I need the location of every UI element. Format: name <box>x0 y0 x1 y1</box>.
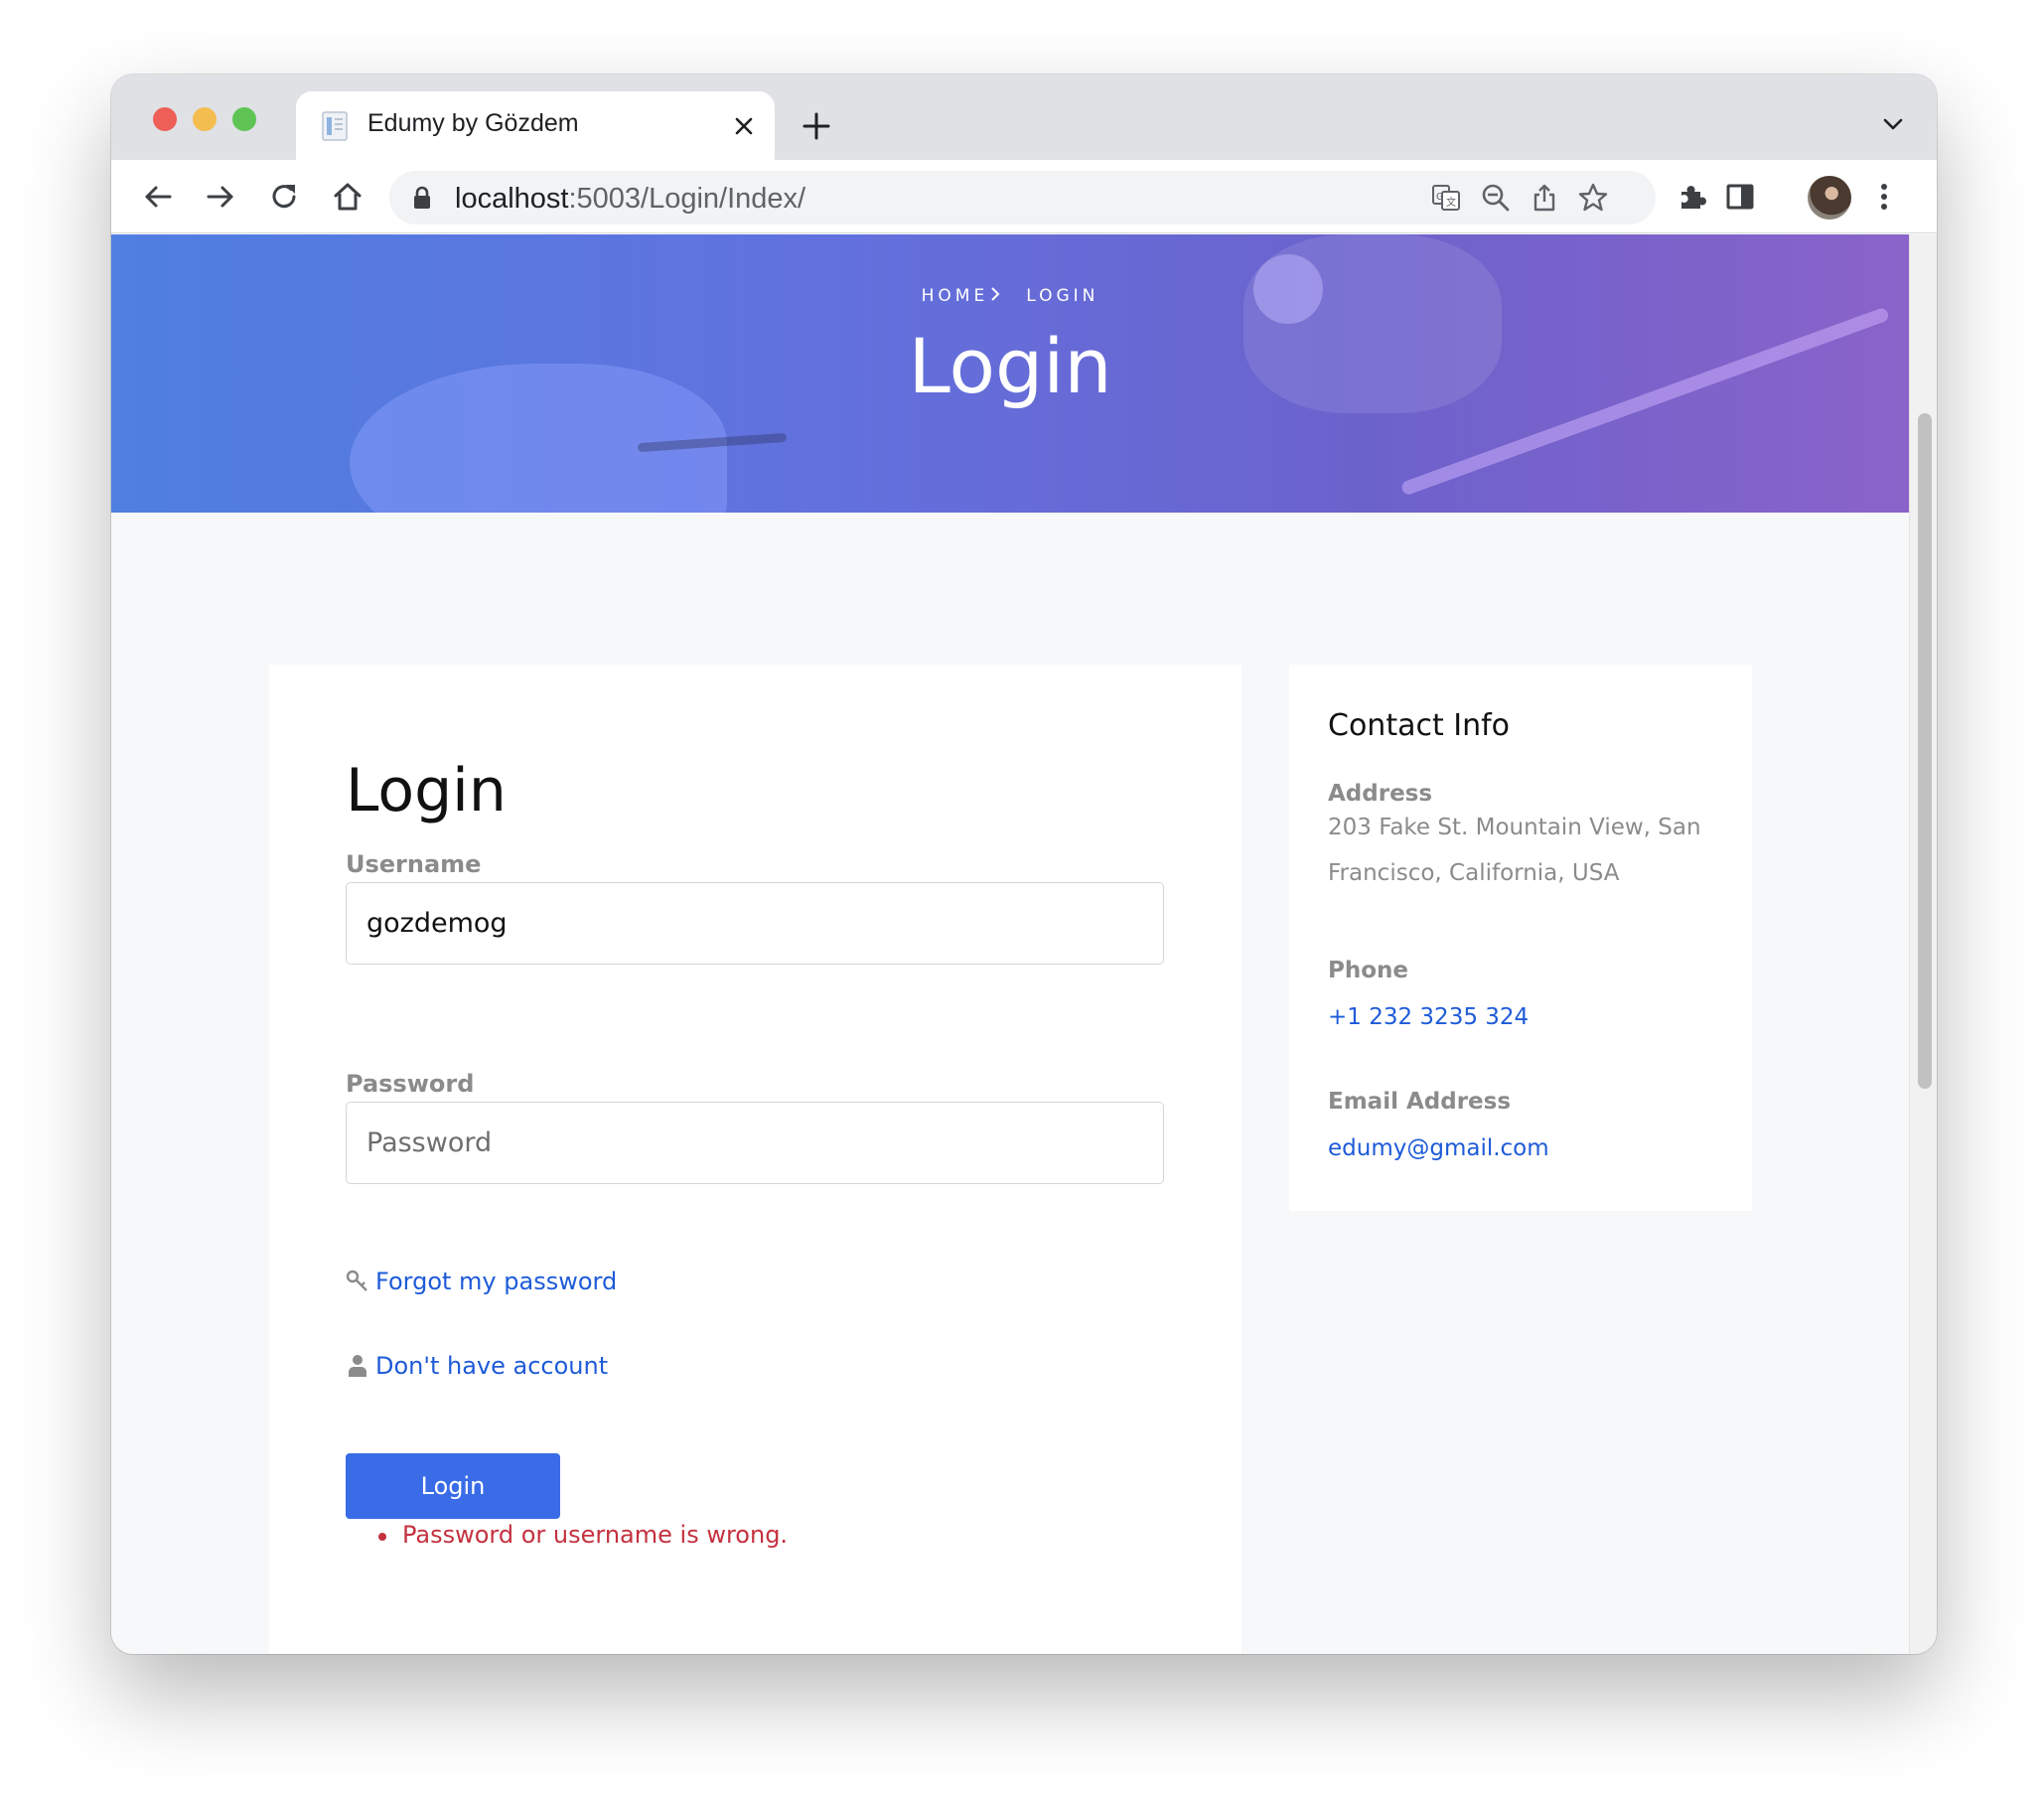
register-label[interactable]: Don't have account <box>375 1352 608 1380</box>
login-button[interactable]: Login <box>346 1453 560 1519</box>
browser-window: Edumy by Gözdem localhost:5003/Login/Ind… <box>111 75 1937 1654</box>
breadcrumb: HOME LOGIN <box>111 286 1909 306</box>
zoom-out-icon[interactable] <box>1480 182 1512 214</box>
tab-strip: Edumy by Gözdem <box>111 75 1937 160</box>
profile-avatar[interactable] <box>1808 176 1851 220</box>
page-viewport: HOME LOGIN Login Login Username Password … <box>111 234 1909 1654</box>
error-message: Password or username is wrong. <box>378 1521 788 1549</box>
side-panel-icon[interactable] <box>1723 180 1757 214</box>
password-label: Password <box>346 1070 475 1098</box>
share-icon[interactable] <box>1529 182 1560 214</box>
document-icon <box>322 111 348 141</box>
email-label: Email Address <box>1328 1089 1512 1115</box>
more-menu-icon[interactable] <box>1867 180 1901 214</box>
translate-icon[interactable]: G 文 <box>1430 182 1462 214</box>
breadcrumb-home[interactable]: HOME <box>922 286 989 306</box>
tab-title: Edumy by Gözdem <box>367 109 579 137</box>
url-text: localhost:5003/Login/Index/ <box>455 183 806 215</box>
active-tab[interactable]: Edumy by Gözdem <box>296 91 775 160</box>
page-hero-banner: HOME LOGIN Login <box>111 234 1909 513</box>
svg-text:文: 文 <box>1446 196 1456 209</box>
address-bar[interactable]: localhost:5003/Login/Index/ G 文 <box>389 171 1656 225</box>
username-input[interactable] <box>346 882 1164 965</box>
key-icon <box>346 1270 367 1291</box>
scrollbar-thumb[interactable] <box>1918 413 1932 1089</box>
browser-toolbar: localhost:5003/Login/Index/ G 文 <box>111 160 1937 233</box>
minimize-window-button[interactable] <box>193 107 217 131</box>
username-label: Username <box>346 850 482 878</box>
svg-text:G: G <box>1436 192 1444 203</box>
forgot-password-link[interactable]: Forgot my password <box>346 1268 617 1295</box>
reload-icon[interactable] <box>267 180 301 214</box>
chevron-down-icon[interactable] <box>1879 114 1907 134</box>
email-link[interactable]: edumy@gmail.com <box>1328 1135 1549 1161</box>
password-input[interactable] <box>346 1102 1164 1184</box>
bookmark-star-icon[interactable] <box>1577 182 1609 214</box>
chevron-right-icon <box>991 287 1000 301</box>
forward-arrow-icon[interactable] <box>204 180 237 214</box>
close-tab-icon[interactable] <box>731 113 757 139</box>
extensions-puzzle-icon[interactable] <box>1676 180 1709 214</box>
back-arrow-icon[interactable] <box>141 180 175 214</box>
phone-label: Phone <box>1328 958 1409 983</box>
home-icon[interactable] <box>331 180 365 214</box>
close-window-button[interactable] <box>153 107 177 131</box>
page-scrollbar[interactable] <box>1909 234 1937 1654</box>
new-tab-icon[interactable] <box>801 110 832 142</box>
user-icon <box>349 1355 366 1377</box>
lock-icon <box>414 186 430 209</box>
page-title: Login <box>908 322 1112 410</box>
phone-link[interactable]: +1 232 3235 324 <box>1328 1004 1529 1030</box>
register-link[interactable]: Don't have account <box>346 1352 608 1380</box>
forgot-password-label[interactable]: Forgot my password <box>375 1268 617 1295</box>
address-label: Address <box>1328 781 1433 807</box>
maximize-window-button[interactable] <box>232 107 256 131</box>
breadcrumb-current: LOGIN <box>1026 286 1099 306</box>
contact-info-card: Contact Info Address 203 Fake St. Mounta… <box>1289 665 1752 1211</box>
login-card: Login Username Password Forgot my passwo… <box>269 665 1241 1654</box>
login-heading: Login <box>346 756 507 825</box>
contact-heading: Contact Info <box>1328 708 1511 743</box>
validation-errors: Password or username is wrong. <box>378 1511 788 1549</box>
address-text: 203 Fake St. Mountain View, San Francisc… <box>1328 815 1701 886</box>
